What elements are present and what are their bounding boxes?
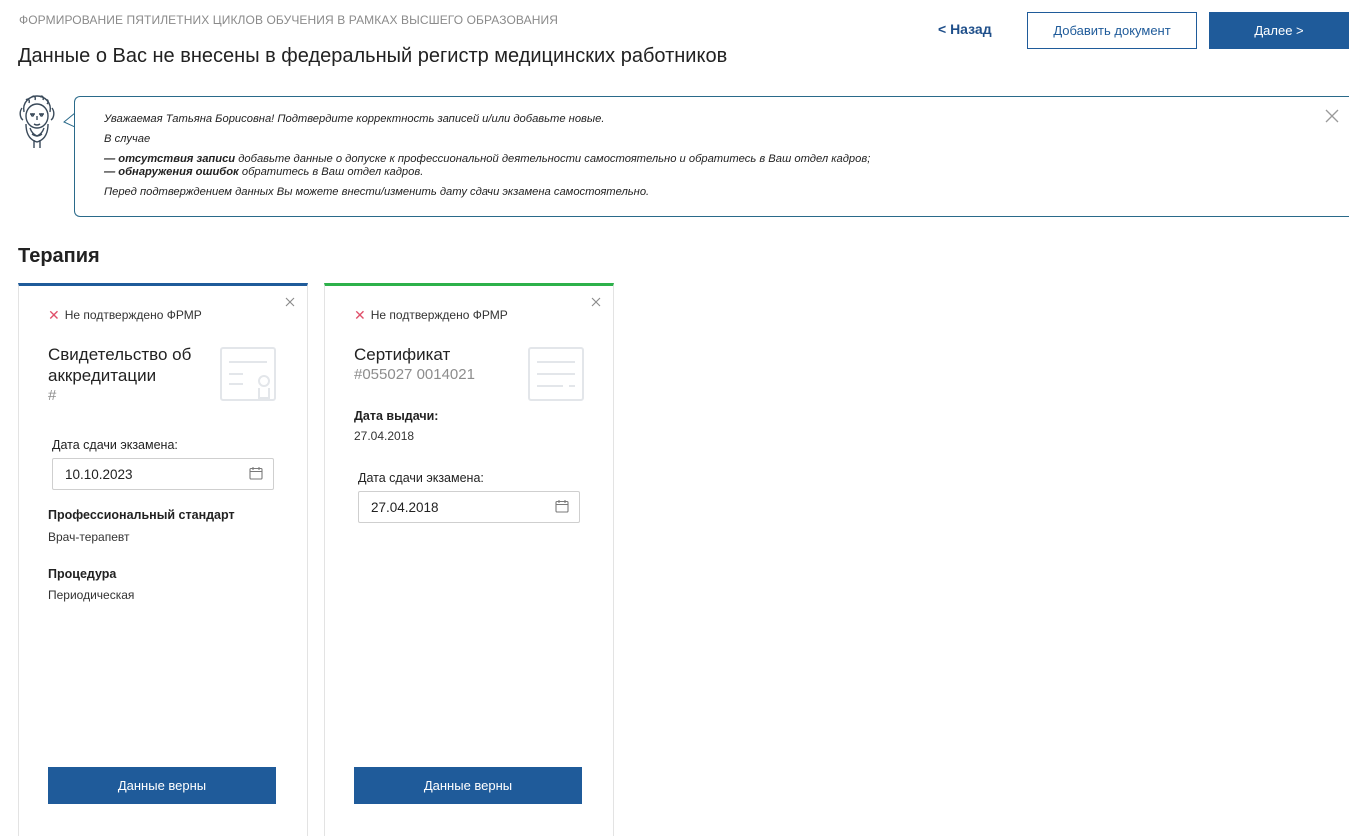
add-document-button[interactable]: Добавить документ (1027, 12, 1197, 49)
not-confirmed-icon: ✕ (354, 307, 366, 323)
certificate-card: ✕ Не подтверждено ФРМР Сертификат #05502… (324, 283, 614, 836)
card-close-icon[interactable] (285, 297, 295, 307)
notice-errors: — обнаружения ошибок обратитесь в Ваш от… (104, 166, 424, 178)
notice-case-intro: В случае (104, 133, 151, 145)
status-text: Не подтверждено ФРМР (64, 308, 202, 322)
document-number: # (48, 387, 57, 404)
back-link[interactable]: < Назад (938, 21, 992, 37)
certificate-icon (220, 347, 276, 401)
procedure-value: Периодическая (48, 588, 135, 602)
exam-date-input[interactable] (358, 491, 580, 523)
section-title: Терапия (18, 245, 100, 267)
calendar-icon[interactable] (555, 499, 569, 513)
status-text: Не подтверждено ФРМР (370, 308, 508, 322)
notice-missing-record: — отсутствия записи добавьте данные о до… (104, 153, 871, 165)
confirm-data-button[interactable]: Данные верны (354, 767, 582, 804)
notice-close-icon[interactable] (1325, 109, 1339, 123)
page-subtitle: ФОРМИРОВАНИЕ ПЯТИЛЕТНИХ ЦИКЛОВ ОБУЧЕНИЯ … (19, 13, 558, 27)
card-close-icon[interactable] (591, 297, 601, 307)
accreditation-card: ✕ Не подтверждено ФРМР Свидетельство об … (18, 283, 308, 836)
exam-date-input[interactable] (52, 458, 274, 490)
confirm-data-button[interactable]: Данные верны (48, 767, 276, 804)
notice-greeting: Уважаемая Татьяна Борисовна! Подтвердите… (104, 113, 605, 125)
issue-date-label: Дата выдачи: (354, 409, 439, 423)
status-badge: ✕ Не подтверждено ФРМР (48, 308, 202, 322)
issue-date-value: 27.04.2018 (354, 429, 415, 443)
notice-exam-date-hint: Перед подтверждением данных Вы можете вн… (104, 186, 650, 198)
standard-value: Врач-терапевт (48, 530, 130, 544)
exam-date-label: Дата сдачи экзамена: (52, 438, 178, 452)
status-badge: ✕ Не подтверждено ФРМР (354, 308, 508, 322)
not-confirmed-icon: ✕ (48, 307, 60, 323)
document-number: #055027 0014021 (354, 366, 475, 383)
certificate-icon (528, 347, 584, 401)
procedure-label: Процедура (48, 567, 117, 581)
document-title: Сертификат (354, 345, 451, 364)
next-button[interactable]: Далее > (1209, 12, 1349, 49)
notice-box: Уважаемая Татьяна Борисовна! Подтвердите… (74, 96, 1349, 217)
page-title: Данные о Вас не внесены в федеральный ре… (18, 45, 728, 67)
document-title: Свидетельство об аккредитации (48, 345, 192, 385)
calendar-icon[interactable] (249, 466, 263, 480)
exam-date-label: Дата сдачи экзамена: (358, 471, 484, 485)
doctor-avatar-icon (19, 95, 55, 148)
standard-label: Профессиональный стандарт (48, 508, 235, 522)
